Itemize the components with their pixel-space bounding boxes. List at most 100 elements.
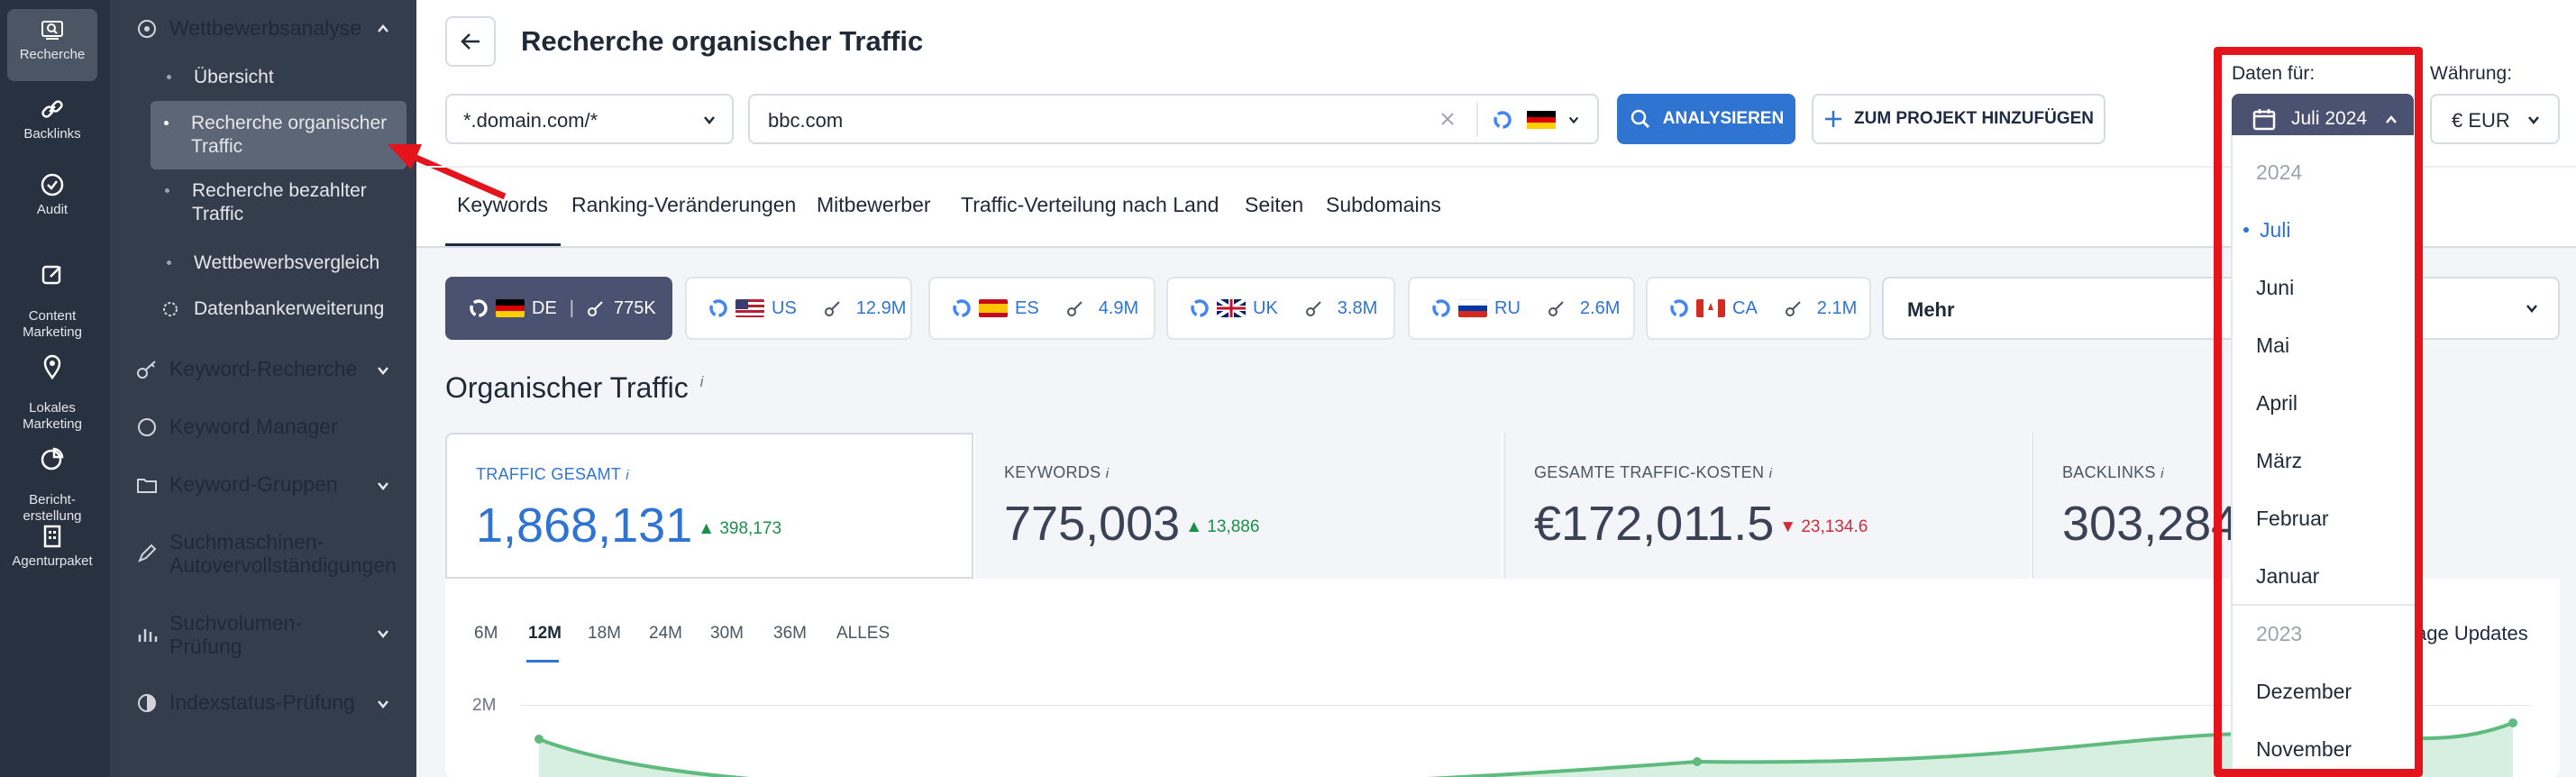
dropdown-month-februar[interactable]: Februar xyxy=(2256,507,2329,531)
tab-subdomains[interactable]: Subdomains xyxy=(1326,193,1441,217)
icon-nav: Recherche Backlinks Audit Content Market… xyxy=(0,0,110,777)
metric-keywords[interactable]: KEYWORDS i 775,003 ▲ 13,886 xyxy=(975,433,1502,579)
country-count: 12.9M xyxy=(855,297,907,318)
dropdown-month-juni[interactable]: Juni xyxy=(2256,276,2294,300)
range-12m[interactable]: 12M xyxy=(528,624,562,644)
metric-label-text: GESAMTE TRAFFIC-KOSTEN xyxy=(1534,463,1765,481)
nav-autovervollstaendigung[interactable]: Suchmaschinen- Autovervollständigungen xyxy=(135,530,397,577)
tab-mitbewerber[interactable]: Mitbewerber xyxy=(817,193,931,217)
sub-label: Datenbankerweiterung xyxy=(194,298,385,319)
range-36m[interactable]: 36M xyxy=(773,624,807,644)
dropdown-month-maerz[interactable]: März xyxy=(2256,449,2302,473)
subnav-item-uebersicht[interactable]: Übersicht xyxy=(167,66,274,89)
range-18m[interactable]: 18M xyxy=(588,624,621,644)
dropdown-month-januar[interactable]: Januar xyxy=(2256,564,2319,589)
subnav-item-wettbewerbsvergleich[interactable]: Wettbewerbsvergleich xyxy=(167,251,379,275)
sub-label: Recherche bezahlter Traffic xyxy=(192,180,367,224)
nav-label: Audit xyxy=(36,202,69,217)
dropdown-month-mai[interactable]: Mai xyxy=(2256,334,2289,358)
subnav-item-organischer-traffic[interactable]: Recherche organischer Traffic xyxy=(164,112,387,159)
dropdown-month-april[interactable]: April xyxy=(2256,391,2297,416)
nav-indexstatus-pruefung[interactable]: Indexstatus-Prüfung xyxy=(135,690,355,715)
country-chip-es[interactable]: ES 4.9M xyxy=(928,277,1156,340)
chevron-down-icon[interactable] xyxy=(1568,114,1579,125)
dropdown-year-2023: 2023 xyxy=(2256,622,2303,645)
range-alles[interactable]: ALLES xyxy=(836,624,890,644)
country-chip-uk[interactable]: UK 3.8M xyxy=(1166,277,1395,340)
updates-link[interactable]: age Updates xyxy=(2416,622,2528,645)
analyze-button[interactable]: ANALYSIEREN xyxy=(1617,94,1795,144)
currency-select[interactable]: € EUR xyxy=(2430,94,2560,144)
key-icon xyxy=(1305,301,1321,316)
country-count: 775K xyxy=(614,297,656,318)
chevron-up-icon[interactable] xyxy=(377,23,389,35)
section-wettbewerbsanalyse[interactable]: Wettbewerbsanalyse xyxy=(135,16,361,41)
nav-keyword-gruppen[interactable]: Keyword-Gruppen xyxy=(135,472,338,497)
tab-seiten[interactable]: Seiten xyxy=(1245,193,1303,217)
info-icon[interactable]: i xyxy=(700,373,704,390)
nav-agenturpaket[interactable]: Agenturpaket xyxy=(7,516,97,579)
domain-input[interactable]: bbc.com xyxy=(748,94,1599,144)
scope-select[interactable]: *.domain.com/* xyxy=(445,94,734,144)
metric-label: TRAFFIC GESAMT i xyxy=(476,465,629,484)
nav-suchvolumen-pruefung[interactable]: Suchvolumen- Prüfung xyxy=(135,611,302,658)
flag-ru-icon xyxy=(1458,299,1487,317)
metric-delta: ▼ 23,134.6 xyxy=(1779,516,1868,536)
metric-label: GESAMTE TRAFFIC-KOSTEN i xyxy=(1534,463,1772,482)
add-project-button[interactable]: ZUM PROJEKT HINZUFÜGEN xyxy=(1812,94,2106,144)
more-label: Mehr xyxy=(1907,298,1955,321)
nav-lokales-marketing[interactable]: Lokales Marketing xyxy=(7,330,97,432)
chevron-down-icon[interactable] xyxy=(377,480,389,492)
nav-berichterstellung[interactable]: Bericht- erstellung xyxy=(7,422,97,524)
nav-audit[interactable]: Audit xyxy=(7,164,97,227)
metric-traffic-gesamt[interactable]: TRAFFIC GESAMT i 1,868,131 ▲ 398,173 xyxy=(445,433,973,579)
nav-content-marketing[interactable]: Content Marketing xyxy=(7,238,97,340)
google-icon xyxy=(1494,111,1512,129)
metric-value: €172,011.5 ▼ 23,134.6 xyxy=(1534,496,1868,552)
folder-icon xyxy=(137,478,157,493)
metric-delta-text: 13,886 xyxy=(1207,516,1260,536)
nav-recherche[interactable]: Recherche xyxy=(7,9,97,81)
dropdown-divider xyxy=(2233,604,2416,606)
metric-traffic-kosten[interactable]: GESAMTE TRAFFIC-KOSTEN i €172,011.5 ▼ 23,… xyxy=(1503,433,2030,579)
arrow-left-icon xyxy=(461,33,480,50)
country-chip-us[interactable]: US 12.9M xyxy=(685,277,912,340)
metric-value-text: 775,003 xyxy=(1004,497,1181,551)
range-6m[interactable]: 6M xyxy=(474,624,498,644)
tab-ranking-veraenderungen[interactable]: Ranking-Veränderungen xyxy=(571,193,796,217)
more-countries-select[interactable]: Mehr xyxy=(1882,277,2560,340)
dropdown-month-dezember[interactable]: Dezember xyxy=(2256,680,2352,704)
country-code: RU xyxy=(1494,297,1521,318)
scope-value: *.domain.com/* xyxy=(463,109,598,132)
nav-keyword-manager[interactable]: Keyword Manager xyxy=(135,415,338,439)
dropdown-month-juli[interactable]: Juli xyxy=(2243,218,2291,242)
chart-point xyxy=(534,735,544,744)
date-value: Juli 2024 xyxy=(2291,108,2368,129)
subnav-item-datenbankerweiterung[interactable]: Datenbankerweiterung xyxy=(163,297,385,321)
country-code: US xyxy=(772,297,797,318)
flag-de-icon xyxy=(496,299,525,317)
metric-delta-text: 23,134.6 xyxy=(1801,516,1868,536)
chevron-down-icon[interactable] xyxy=(377,627,389,640)
flag-ca-icon xyxy=(1696,299,1725,317)
target-icon xyxy=(138,19,156,38)
search-icon xyxy=(41,21,63,40)
dropdown-month-november[interactable]: November xyxy=(2256,737,2352,762)
clear-icon[interactable] xyxy=(1439,110,1457,128)
country-chip-ru[interactable]: RU 2.6M xyxy=(1408,277,1635,340)
chevron-down-icon[interactable] xyxy=(377,364,389,377)
country-chip-ca[interactable]: CA 2.1M xyxy=(1646,277,1871,340)
tab-traffic-verteilung[interactable]: Traffic-Verteilung nach Land xyxy=(961,193,1219,217)
country-chip-de[interactable]: DE | 775K xyxy=(445,277,672,340)
tab-keywords[interactable]: Keywords xyxy=(457,193,548,217)
key-icon xyxy=(1066,301,1082,316)
subnav-item-bezahlter-traffic[interactable]: Recherche bezahlter Traffic xyxy=(165,179,367,226)
back-button[interactable] xyxy=(445,16,496,67)
chevron-down-icon[interactable] xyxy=(377,698,389,710)
nav-keyword-recherche[interactable]: Keyword-Recherche xyxy=(135,357,357,381)
range-30m[interactable]: 30M xyxy=(710,624,744,644)
currency-label: Währung: xyxy=(2430,63,2513,84)
nav-label: Recherche xyxy=(19,47,86,62)
range-24m[interactable]: 24M xyxy=(649,624,682,644)
nav-backlinks[interactable]: Backlinks xyxy=(7,88,97,151)
